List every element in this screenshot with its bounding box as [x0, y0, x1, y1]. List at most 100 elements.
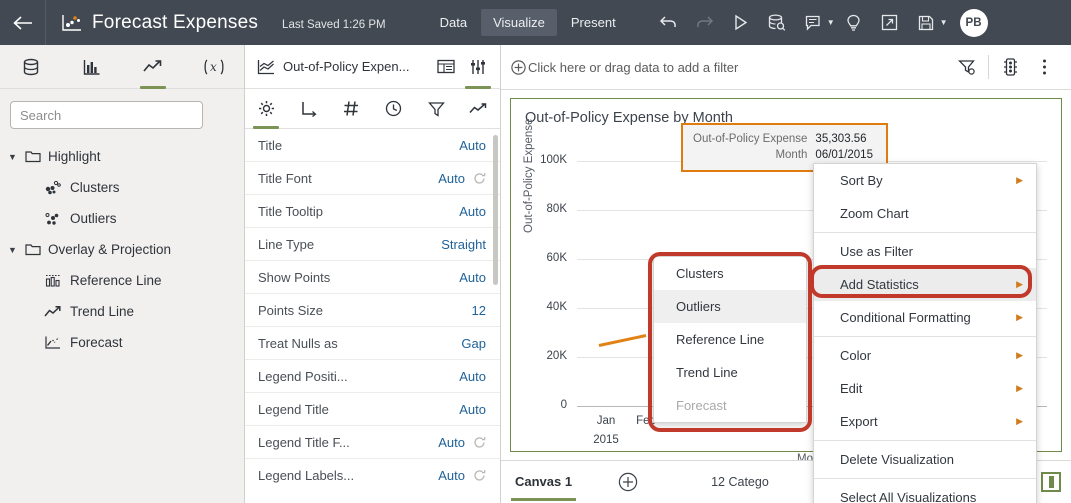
nav-present[interactable]: Present [559, 9, 628, 36]
sidebar-item-clusters[interactable]: Clusters [0, 172, 244, 203]
property-value[interactable]: Auto [459, 138, 486, 153]
menu-item-add-statistics[interactable]: Add Statistics ▶ [814, 268, 1036, 301]
property-row[interactable]: Legend Title Auto [245, 393, 500, 426]
sidebar-item-trend-line[interactable]: Trend Line [0, 296, 244, 327]
submenu-item-label: Reference Line [676, 332, 765, 347]
data-search-icon[interactable] [760, 6, 794, 40]
property-value[interactable]: Straight [441, 237, 486, 252]
undo-icon[interactable] [652, 6, 686, 40]
menu-item-delete-visualization[interactable]: Delete Visualization [814, 443, 1036, 476]
tab-number-format[interactable] [330, 89, 373, 129]
property-value[interactable]: Auto [459, 204, 486, 219]
tab-analytics[interactable] [458, 89, 501, 129]
property-value[interactable]: Auto [438, 435, 465, 450]
more-options-icon[interactable] [1027, 50, 1061, 84]
comment-dropdown-chevron-down-icon[interactable]: ▼ [827, 18, 835, 27]
reset-icon[interactable] [473, 469, 486, 482]
application-window: Forecast Expenses Last Saved 1:26 PM Dat… [0, 0, 1071, 503]
properties-panel-icon[interactable] [462, 45, 494, 89]
menu-item-conditional-formatting[interactable]: Conditional Formatting ▶ [814, 301, 1036, 334]
nav-data[interactable]: Data [428, 9, 479, 36]
back-arrow-icon[interactable] [0, 0, 45, 45]
submenu-item-clusters[interactable]: Clusters [654, 257, 806, 290]
property-row[interactable]: Treat Nulls as Gap [245, 327, 500, 360]
chevron-down-icon[interactable]: ▼ [8, 152, 18, 162]
sidebar-item-outliers[interactable]: Outliers [0, 203, 244, 234]
add-canvas-button[interactable] [618, 472, 638, 492]
submenu-item-outliers[interactable]: Outliers [654, 290, 806, 323]
filter-settings-icon[interactable] [950, 50, 984, 84]
menu-item-zoom-chart[interactable]: Zoom Chart [814, 197, 1036, 230]
submenu-item-reference-line[interactable]: Reference Line [654, 323, 806, 356]
tab-filter[interactable] [415, 89, 458, 129]
property-value[interactable]: Auto [459, 402, 486, 417]
layout-split-icon[interactable] [1041, 472, 1061, 492]
properties-header: Out-of-Policy Expen... [245, 45, 500, 89]
property-row[interactable]: Title Tooltip Auto [245, 195, 500, 228]
menu-item-color[interactable]: Color ▶ [814, 339, 1036, 372]
property-value[interactable]: Auto [459, 369, 486, 384]
trend-icon [469, 102, 488, 116]
tab-date[interactable] [373, 89, 416, 129]
tree-group-overlay-projection[interactable]: ▼ Overlay & Projection [0, 234, 244, 265]
sidebar-item-forecast[interactable]: Forecast [0, 327, 244, 358]
reset-icon[interactable] [473, 172, 486, 185]
sidebar-tab-calculations[interactable]: x [183, 45, 244, 89]
plus-circle-icon[interactable] [511, 59, 526, 75]
y-axis-tick: 40K [546, 301, 567, 313]
chevron-down-icon[interactable]: ▼ [8, 245, 18, 255]
sidebar-item-reference-line[interactable]: Reference Line [0, 265, 244, 296]
save-icon[interactable] [909, 6, 943, 40]
menu-item-edit[interactable]: Edit ▶ [814, 372, 1036, 405]
submenu-item-trend-line[interactable]: Trend Line [654, 356, 806, 389]
tab-axis[interactable] [288, 89, 331, 129]
canvas-tab[interactable]: Canvas 1 [511, 463, 577, 501]
divider [988, 55, 989, 79]
insight-bulb-icon[interactable] [837, 6, 871, 40]
property-label: Legend Title F... [258, 434, 350, 450]
filter-bar[interactable]: Click here or drag data to add a filter [501, 45, 1071, 90]
avatar[interactable]: PB [959, 8, 988, 37]
property-value[interactable]: Gap [461, 336, 486, 351]
property-value[interactable]: Auto [438, 171, 465, 186]
redo-icon[interactable] [688, 6, 722, 40]
property-row[interactable]: Legend Positi... Auto [245, 360, 500, 393]
menu-item-use-as-filter[interactable]: Use as Filter [814, 235, 1036, 268]
save-dropdown-chevron-down-icon[interactable]: ▼ [940, 18, 948, 27]
search-input[interactable] [10, 101, 203, 129]
tab-general[interactable] [245, 89, 288, 129]
property-row[interactable]: Title Font Auto [245, 162, 500, 195]
menu-item-label: Conditional Formatting [840, 310, 971, 325]
menu-item-label: Delete Visualization [840, 452, 954, 467]
traffic-light-icon[interactable] [993, 50, 1027, 84]
chevron-right-icon: ▶ [1016, 279, 1023, 289]
comment-icon[interactable] [796, 6, 830, 40]
property-row[interactable]: Legend Title F... Auto [245, 426, 500, 459]
tree-group-highlight[interactable]: ▼ Highlight [0, 141, 244, 172]
data-series-line[interactable] [598, 334, 647, 347]
play-icon[interactable] [724, 6, 758, 40]
property-value[interactable]: Auto [438, 468, 465, 483]
sidebar-tab-visualizations[interactable] [61, 45, 122, 89]
submenu-item-label: Trend Line [676, 365, 738, 380]
menu-item-export[interactable]: Export ▶ [814, 405, 1036, 438]
property-row[interactable]: Points Size 12 [245, 294, 500, 327]
reset-icon[interactable] [473, 436, 486, 449]
property-row[interactable]: Title Auto [245, 129, 500, 162]
property-value[interactable]: 12 [472, 303, 486, 318]
y-axis-tick: 20K [546, 350, 567, 362]
menu-item-select-all-visualizations[interactable]: Select All Visualizations [814, 481, 1036, 503]
grammar-panel-icon[interactable] [430, 45, 462, 89]
properties-scrollbar[interactable] [493, 135, 498, 285]
property-row[interactable]: Show Points Auto [245, 261, 500, 294]
property-row[interactable]: Line Type Straight [245, 228, 500, 261]
property-value[interactable]: Auto [459, 270, 486, 285]
menu-item-sort-by[interactable]: Sort By ▶ [814, 164, 1036, 197]
sidebar-tab-analytics[interactable] [122, 45, 183, 89]
nav-visualize[interactable]: Visualize [481, 9, 557, 36]
folder-icon [25, 150, 41, 163]
share-export-icon[interactable] [873, 6, 907, 40]
menu-divider [814, 336, 1036, 337]
sidebar-tab-data[interactable] [0, 45, 61, 89]
property-row[interactable]: Legend Labels... Auto [245, 459, 500, 492]
